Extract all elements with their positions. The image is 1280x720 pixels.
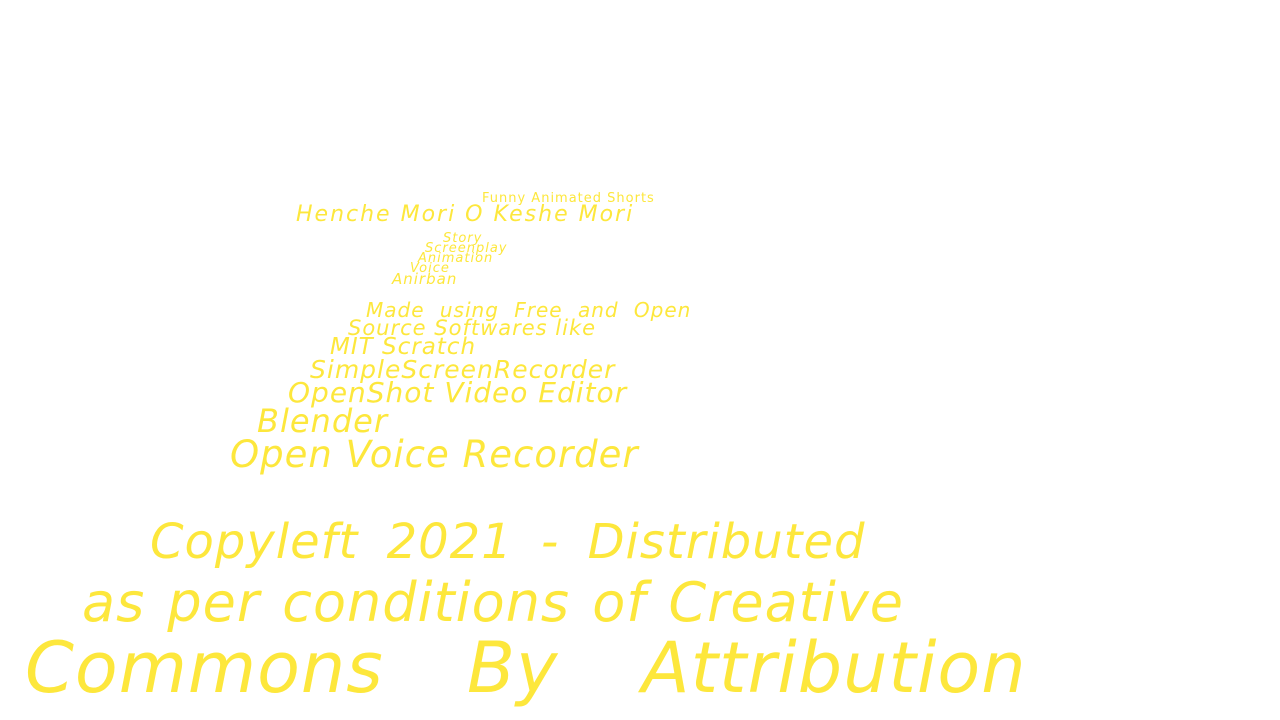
copyleft-line-3: Commons By Attribution: [25, 627, 1027, 709]
software-open-voice-recorder: Open Voice Recorder: [230, 433, 639, 476]
credits-scroll: Funny Animated Shorts Henche Mori O Kesh…: [0, 0, 1280, 720]
author-name: Anirban: [392, 270, 458, 288]
copyleft-line-2: as per conditions of Creative: [82, 571, 905, 634]
video-title: Henche Mori O Keshe Mori: [296, 202, 635, 227]
copyleft-line-1: Copyleft 2021 - Distributed: [150, 514, 866, 570]
